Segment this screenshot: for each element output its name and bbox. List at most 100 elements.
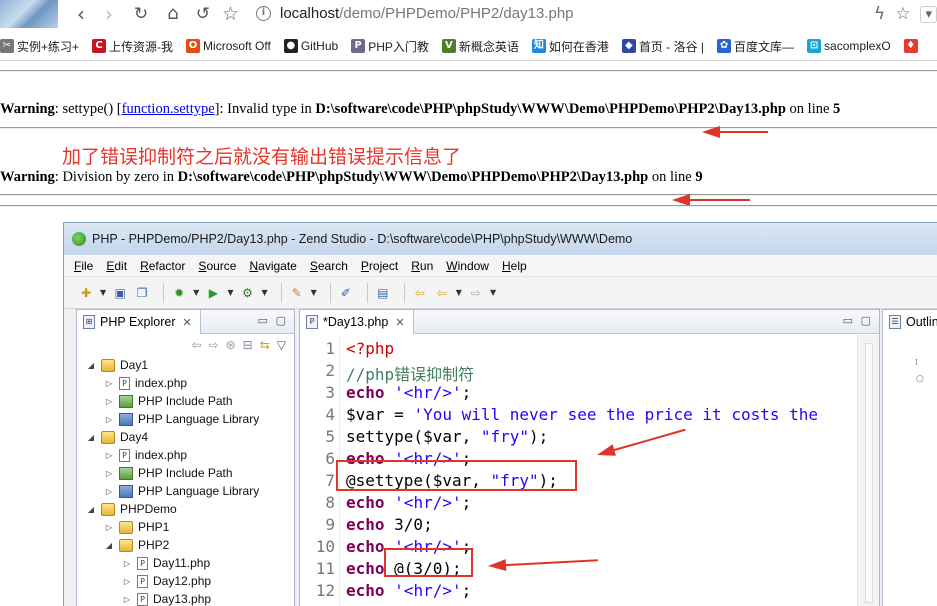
- save-all-icon[interactable]: ❐: [134, 285, 150, 301]
- tree-item[interactable]: ◢ Day1: [85, 356, 294, 374]
- bookmark-item[interactable]: O Microsoft Off: [186, 39, 271, 53]
- tree-item[interactable]: ▷ PHP Language Library: [85, 410, 294, 428]
- maximize-icon[interactable]: ▢: [861, 314, 871, 327]
- tree-item[interactable]: ▷ Pindex.php: [85, 374, 294, 392]
- bookmark-item[interactable]: ● GitHub: [283, 39, 338, 53]
- tree-item[interactable]: ▷ PHP Language Library: [85, 482, 294, 500]
- expanded-arrow-icon[interactable]: ◢: [85, 433, 97, 442]
- menu-search[interactable]: Search: [310, 259, 348, 273]
- menu-refactor[interactable]: Refactor: [140, 259, 185, 273]
- pin-icon[interactable]: ✐: [338, 285, 354, 301]
- function-settype-link[interactable]: function.settype: [122, 101, 215, 117]
- dropdown-arrow-icon[interactable]: ▼: [490, 288, 496, 297]
- up-icon[interactable]: ⊛: [226, 338, 236, 352]
- tab-php-explorer[interactable]: ⊞ PHP Explorer ✕: [77, 310, 201, 334]
- close-icon[interactable]: ✕: [395, 316, 404, 329]
- tree-item[interactable]: ▷ P Day13.php: [85, 590, 294, 606]
- tree-item[interactable]: ▷ P Day11.php: [85, 554, 294, 572]
- php-icon: P: [351, 39, 366, 53]
- save-icon[interactable]: ▣: [112, 285, 128, 301]
- view-menu-icon[interactable]: ▽: [277, 338, 286, 352]
- menu-edit[interactable]: Edit: [106, 259, 127, 273]
- forward-arrow-icon[interactable]: ⇨: [209, 338, 219, 352]
- forward-nav-icon[interactable]: ⇨: [468, 285, 484, 301]
- tab-day13-php[interactable]: P *Day13.php ✕: [300, 310, 414, 334]
- code-token: ;: [461, 383, 472, 402]
- run-icon[interactable]: ▶: [205, 285, 221, 301]
- tree-item[interactable]: ◢ PHPDemo: [85, 500, 294, 518]
- collapsed-arrow-icon[interactable]: ▷: [103, 487, 115, 496]
- link-editor-icon[interactable]: ⇆: [260, 338, 270, 352]
- editor-scrollbar[interactable]: [857, 335, 879, 606]
- bookmark-star-icon[interactable]: ☆: [222, 3, 239, 25]
- menu-window[interactable]: Window: [446, 259, 489, 273]
- minimize-icon[interactable]: ▭: [258, 314, 268, 327]
- menu-run[interactable]: Run: [411, 259, 433, 273]
- new-file-icon[interactable]: ✚: [78, 285, 94, 301]
- address-bar[interactable]: localhost/demo/PHPDemo/PHP2/day13.php: [280, 5, 574, 22]
- open-type-icon[interactable]: ✎: [289, 285, 305, 301]
- expanded-arrow-icon[interactable]: ◢: [85, 361, 97, 370]
- expanded-arrow-icon[interactable]: ◢: [103, 541, 115, 550]
- bookmark-item[interactable]: ◆ 首页 - 洛谷 |: [621, 38, 704, 55]
- debug-icon[interactable]: ✹: [171, 285, 187, 301]
- bookmark-item[interactable]: V 新概念英语: [441, 38, 519, 55]
- collapsed-arrow-icon[interactable]: ▷: [121, 595, 133, 604]
- dropdown-arrow-icon[interactable]: ▼: [261, 288, 267, 297]
- collapsed-arrow-icon[interactable]: ▷: [103, 379, 115, 388]
- menu-file[interactable]: File: [74, 259, 93, 273]
- external-tools-icon[interactable]: ⚙: [239, 285, 255, 301]
- last-edit-icon[interactable]: ⇦: [412, 285, 428, 301]
- tree-item[interactable]: ◢ PHP2: [85, 536, 294, 554]
- tree-item[interactable]: ▷ PHP1: [85, 518, 294, 536]
- dropdown-arrow-icon[interactable]: ▼: [227, 288, 233, 297]
- expanded-arrow-icon[interactable]: ◢: [85, 505, 97, 514]
- tree-item[interactable]: ▷ Pindex.php: [85, 446, 294, 464]
- tab-outline[interactable]: ☰ Outlin: [883, 310, 937, 334]
- tree-item[interactable]: ▷ PHP Include Path: [85, 392, 294, 410]
- dropdown-arrow-icon[interactable]: ▼: [100, 288, 106, 297]
- menu-help[interactable]: Help: [502, 259, 527, 273]
- home-button[interactable]: ⌂: [162, 3, 184, 25]
- collapsed-arrow-icon[interactable]: ▷: [121, 559, 133, 568]
- dropdown-arrow-icon[interactable]: ▼: [456, 288, 462, 297]
- favorite-star-icon[interactable]: ☆: [895, 4, 910, 24]
- menu-button[interactable]: ▾: [920, 5, 937, 23]
- outline-pane: ☰ Outlin ⁞ ○: [882, 309, 937, 606]
- back-button[interactable]: ‹: [70, 3, 92, 25]
- tree-item[interactable]: ▷ P Day12.php: [85, 572, 294, 590]
- collapsed-arrow-icon[interactable]: ▷: [103, 523, 115, 532]
- maximize-icon[interactable]: ▢: [276, 314, 286, 327]
- bookmark-item[interactable]: ⊡ sacomplexO: [807, 39, 891, 53]
- back-arrow-icon[interactable]: ⇦: [191, 338, 201, 352]
- dropdown-arrow-icon[interactable]: ▼: [193, 288, 199, 297]
- bookmark-item[interactable]: ♦: [903, 39, 921, 53]
- collapsed-arrow-icon[interactable]: ▷: [103, 451, 115, 460]
- close-icon[interactable]: ✕: [183, 316, 192, 329]
- bookmark-item[interactable]: ✂ 实例+练习+: [0, 38, 79, 55]
- site-info-icon[interactable]: i: [256, 6, 271, 21]
- minimize-icon[interactable]: ▭: [843, 314, 853, 327]
- reload-button[interactable]: ↻: [130, 3, 152, 25]
- bookmark-item[interactable]: 知如何在香港: [531, 38, 609, 55]
- dropdown-arrow-icon[interactable]: ▼: [311, 288, 317, 297]
- menu-source[interactable]: Source: [198, 259, 236, 273]
- library-icon[interactable]: ▤: [375, 285, 391, 301]
- tree-item[interactable]: ◢ Day4: [85, 428, 294, 446]
- back-nav-icon[interactable]: ⇦: [434, 285, 450, 301]
- collapsed-arrow-icon[interactable]: ▷: [103, 397, 115, 406]
- collapsed-arrow-icon[interactable]: ▷: [121, 577, 133, 586]
- php-explorer-tabbar: ⊞ PHP Explorer ✕ ▭ ▢: [77, 310, 294, 334]
- lightning-icon[interactable]: ϟ: [874, 4, 885, 24]
- collapsed-arrow-icon[interactable]: ▷: [103, 469, 115, 478]
- bookmark-item[interactable]: ✿ 百度文库—: [717, 38, 794, 55]
- menu-project[interactable]: Project: [361, 259, 398, 273]
- collapse-all-icon[interactable]: ⊟: [243, 338, 253, 352]
- collapsed-arrow-icon[interactable]: ▷: [103, 415, 115, 424]
- menu-navigate[interactable]: Navigate: [249, 259, 296, 273]
- tree-item[interactable]: ▷ PHP Include Path: [85, 464, 294, 482]
- undo-close-tab-button[interactable]: ↺: [192, 3, 214, 25]
- forward-button[interactable]: ›: [98, 3, 120, 25]
- bookmark-item[interactable]: P PHP入门教: [351, 38, 429, 55]
- bookmark-item[interactable]: C 上传资源-我: [92, 38, 173, 55]
